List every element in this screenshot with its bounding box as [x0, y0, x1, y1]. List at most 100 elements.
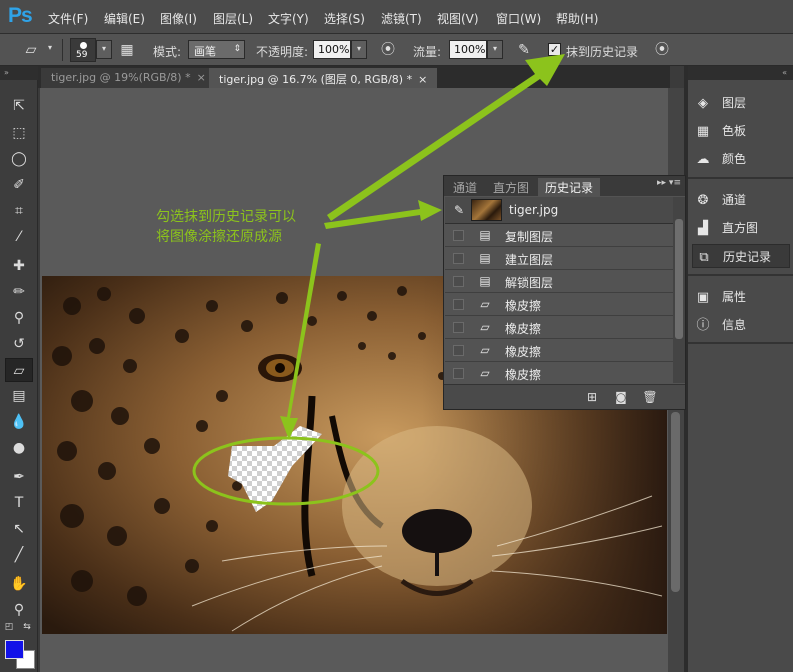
history-state[interactable]: ▤ 解锁图层 — [445, 270, 673, 293]
history-state[interactable]: ▤ 建立图层 — [445, 247, 673, 270]
dock-item-label: 历史记录 — [723, 250, 772, 264]
dock-item-swatches[interactable]: ▦ 色板 — [692, 119, 790, 143]
document-tab-2[interactable]: tiger.jpg @ 16.7% (图层 0, RGB/8) * × — [209, 68, 438, 88]
brush-panel-toggle-icon[interactable]: ▦ — [116, 40, 138, 60]
flow-input[interactable]: 100% — [449, 40, 487, 59]
snapshot-row[interactable]: ✎ tiger.jpg — [445, 197, 673, 224]
history-state-label: 橡皮擦 — [505, 345, 542, 359]
default-colors-icon[interactable]: ◰ — [2, 621, 16, 633]
document-tab-label: tiger.jpg @ 19%(RGB/8) * — [51, 71, 191, 84]
document-state-icon: ▤ — [479, 228, 491, 242]
type-tool-icon[interactable]: T — [5, 491, 33, 515]
history-brush-source-icon[interactable]: ✎ — [451, 202, 467, 218]
history-source-checkbox[interactable] — [453, 299, 464, 310]
pressure-size-icon[interactable]: ⦿ — [651, 40, 673, 60]
history-source-checkbox[interactable] — [453, 322, 464, 333]
brush-tool-icon[interactable]: ✏ — [5, 280, 33, 304]
dodge-tool-icon[interactable]: ● — [5, 436, 33, 460]
blur-tool-icon[interactable]: 💧 — [5, 410, 33, 434]
tab-channels[interactable]: 通道 — [446, 178, 484, 196]
menu-type[interactable]: 文字(Y) — [268, 10, 309, 27]
history-source-checkbox[interactable] — [453, 253, 464, 264]
history-state[interactable]: ▱ 橡皮擦 — [445, 339, 673, 362]
eraser-preset-icon[interactable]: ▱ — [20, 40, 42, 60]
new-document-from-state-icon[interactable]: ⊞ — [582, 388, 602, 406]
brush-dropdown-arrow[interactable]: ▾ — [96, 40, 112, 59]
dock-item-label: 信息 — [722, 318, 747, 332]
menu-bar: Ps 文件(F) 编辑(E) 图像(I) 图层(L) 文字(Y) 选择(S) 滤… — [0, 0, 793, 34]
preset-dropdown-arrow[interactable]: ▾ — [44, 40, 56, 59]
pen-tool-icon[interactable]: ✒ — [5, 465, 33, 489]
eyedropper-tool-icon[interactable]: ⁄ — [5, 225, 33, 249]
mode-value: 画笔 — [194, 45, 216, 58]
dock-item-history[interactable]: ⧉ 历史记录 — [692, 244, 790, 268]
zoom-tool-icon[interactable]: ⚲ — [5, 598, 33, 622]
flow-dropdown-arrow[interactable]: ▾ — [487, 40, 503, 59]
erase-to-history-checkbox[interactable]: ✓ — [548, 43, 561, 56]
foreground-color-swatch[interactable] — [5, 640, 24, 659]
history-source-checkbox[interactable] — [453, 276, 464, 287]
tab-histogram[interactable]: 直方图 — [486, 178, 536, 196]
dock-item-layers[interactable]: ◈ 图层 — [692, 91, 790, 115]
scrollbar-thumb[interactable] — [675, 219, 683, 339]
opacity-input[interactable]: 100% — [313, 40, 351, 59]
clone-stamp-tool-icon[interactable]: ⚲ — [5, 306, 33, 330]
menu-image[interactable]: 图像(I) — [160, 10, 197, 27]
dock-item-histogram[interactable]: ▟ 直方图 — [692, 216, 790, 240]
dock-item-label: 直方图 — [722, 221, 759, 235]
pressure-opacity-icon[interactable]: ⦿ — [377, 40, 399, 60]
updown-arrow-icon: ⇕ — [233, 44, 241, 54]
dock-group-divider — [688, 342, 793, 344]
close-icon[interactable]: × — [197, 71, 206, 84]
scrollbar-thumb[interactable] — [671, 412, 680, 592]
hand-tool-icon[interactable]: ✋ — [5, 572, 33, 596]
mode-select[interactable]: 画笔 ⇕ — [188, 40, 245, 59]
menu-select[interactable]: 选择(S) — [324, 10, 365, 27]
quick-select-tool-icon[interactable]: ✐ — [5, 173, 33, 197]
collapse-dock-icon[interactable]: « — [688, 66, 793, 80]
swap-colors-icon[interactable]: ⇆ — [20, 621, 34, 633]
menu-filter[interactable]: 滤镜(T) — [381, 10, 422, 27]
menu-view[interactable]: 视图(V) — [437, 10, 479, 27]
history-brush-tool-icon[interactable]: ↺ — [5, 332, 33, 356]
tab-history[interactable]: 历史记录 — [538, 178, 601, 196]
delete-state-icon[interactable]: 🗑 — [640, 388, 660, 406]
crop-tool-icon[interactable]: ⌗ — [5, 199, 33, 223]
healing-brush-tool-icon[interactable]: ✚ — [5, 254, 33, 278]
collapse-toolbar-icon[interactable]: » — [0, 66, 38, 80]
history-state-label: 解锁图层 — [505, 276, 554, 290]
close-icon[interactable]: × — [418, 73, 427, 86]
line-tool-icon[interactable]: ╱ — [5, 543, 33, 567]
history-source-checkbox[interactable] — [453, 368, 464, 379]
lasso-tool-icon[interactable]: ◯ — [5, 147, 33, 171]
airbrush-icon[interactable]: ✎ — [513, 40, 535, 60]
gradient-tool-icon[interactable]: ▤ — [5, 384, 33, 408]
menu-file[interactable]: 文件(F) — [48, 10, 88, 27]
history-source-checkbox[interactable] — [453, 230, 464, 241]
menu-edit[interactable]: 编辑(E) — [104, 10, 145, 27]
eraser-tool-icon[interactable]: ▱ — [5, 358, 33, 382]
history-state[interactable]: ▱ 橡皮擦 — [445, 362, 673, 385]
dock-item-info[interactable]: ⓘ 信息 — [692, 313, 790, 337]
history-state[interactable]: ▱ 橡皮擦 — [445, 316, 673, 339]
menu-window[interactable]: 窗口(W) — [496, 10, 541, 27]
history-state[interactable]: ▤ 复制图层 — [445, 224, 673, 247]
menu-help[interactable]: 帮助(H) — [556, 10, 598, 27]
history-source-checkbox[interactable] — [453, 345, 464, 356]
path-select-tool-icon[interactable]: ↖ — [5, 517, 33, 541]
document-tab-1[interactable]: tiger.jpg @ 19%(RGB/8) * × — [41, 68, 216, 88]
brush-tip-icon — [80, 42, 87, 49]
opacity-dropdown-arrow[interactable]: ▾ — [351, 40, 367, 59]
move-tool-icon[interactable]: ⇱ — [5, 94, 33, 118]
dock-item-properties[interactable]: ▣ 属性 — [692, 285, 790, 309]
dock-item-channels[interactable]: ❂ 通道 — [692, 188, 790, 212]
create-snapshot-icon[interactable]: ◙ — [611, 388, 631, 406]
brush-size-picker[interactable]: 59 — [70, 38, 96, 62]
history-scrollbar[interactable] — [673, 197, 685, 383]
history-state[interactable]: ▱ 橡皮擦 — [445, 293, 673, 316]
dock-item-color[interactable]: ☁ 颜色 — [692, 147, 790, 171]
panel-menu-icon[interactable]: ▸▸ ▾≡ — [657, 178, 681, 188]
snapshot-thumbnail — [471, 199, 502, 221]
marquee-tool-icon[interactable]: ⬚ — [5, 121, 33, 145]
menu-layer[interactable]: 图层(L) — [213, 10, 253, 27]
